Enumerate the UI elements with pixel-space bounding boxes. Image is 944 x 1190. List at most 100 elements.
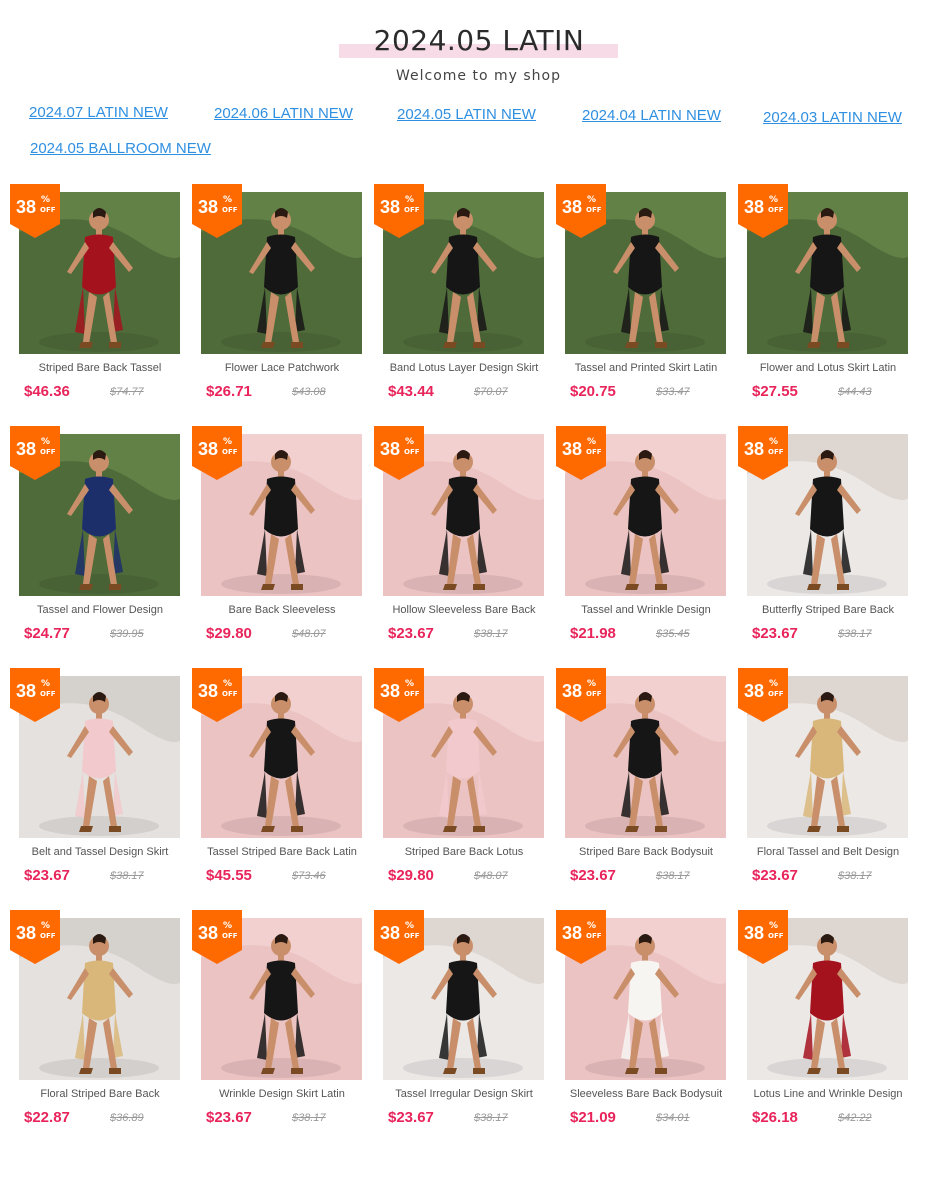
product-card[interactable]: 38% OFF Floral Tassel and Belt Design $23.6… bbox=[738, 668, 920, 900]
discount-off-label: OFF bbox=[586, 448, 602, 456]
product-price: $23.67 bbox=[752, 625, 798, 642]
original-price: $39.95 bbox=[110, 628, 144, 640]
product-name[interactable]: Butterfly Striped Bare Back bbox=[743, 604, 913, 618]
product-price: $23.67 bbox=[388, 1109, 434, 1126]
discount-badge: 38% OFF bbox=[374, 668, 424, 722]
product-card[interactable]: 38% OFF Floral Striped Bare Back $22.87 $36.… bbox=[10, 910, 192, 1142]
original-price: $38.17 bbox=[838, 870, 872, 882]
original-price: $42.22 bbox=[838, 1112, 872, 1124]
product-price: $45.55 bbox=[206, 867, 252, 884]
product-card[interactable]: 38% OFF Butterfly Striped Bare Back $23.67 $… bbox=[738, 426, 920, 658]
discount-off-label: OFF bbox=[222, 448, 238, 456]
original-price: $48.07 bbox=[292, 628, 326, 640]
discount-percent-sign: % bbox=[41, 679, 51, 689]
discount-percent-sign: % bbox=[405, 921, 415, 931]
discount-percent-sign: % bbox=[41, 195, 51, 205]
original-price: $38.17 bbox=[292, 1112, 326, 1124]
discount-value: 38 bbox=[562, 923, 583, 943]
product-name[interactable]: Band Lotus Layer Design Skirt bbox=[379, 362, 549, 376]
product-name[interactable]: Flower Lace Patchwork bbox=[197, 362, 367, 376]
product-price: $24.77 bbox=[24, 625, 70, 642]
product-name[interactable]: Lotus Line and Wrinkle Design bbox=[743, 1088, 913, 1102]
discount-value: 38 bbox=[562, 439, 583, 459]
product-name[interactable]: Tassel and Wrinkle Design bbox=[561, 604, 731, 618]
original-price: $48.07 bbox=[474, 870, 508, 882]
product-card[interactable]: 38% OFF Striped Bare Back Lotus $29.80 $48.0… bbox=[374, 668, 556, 900]
discount-off-label: OFF bbox=[222, 690, 238, 698]
discount-off-label: OFF bbox=[404, 932, 420, 940]
product-card[interactable]: 38% OFF Sleeveless Bare Back Bodysuit $21.0… bbox=[556, 910, 738, 1142]
original-price: $38.17 bbox=[656, 870, 690, 882]
discount-value: 38 bbox=[380, 923, 401, 943]
product-card[interactable]: 38% OFF Lotus Line and Wrinkle Design $26.1… bbox=[738, 910, 920, 1142]
discount-off-label: OFF bbox=[586, 206, 602, 214]
product-name[interactable]: Floral Tassel and Belt Design bbox=[743, 846, 913, 860]
discount-off-label: OFF bbox=[768, 932, 784, 940]
original-price: $74.77 bbox=[110, 386, 144, 398]
product-card[interactable]: 38% OFF Belt and Tassel Design Skirt $23.67… bbox=[10, 668, 192, 900]
discount-off-label: OFF bbox=[404, 690, 420, 698]
discount-badge: 38% OFF bbox=[556, 426, 606, 480]
product-name[interactable]: Striped Bare Back Lotus bbox=[379, 846, 549, 860]
product-card[interactable]: 38% OFF Tassel and Flower Design $24.77 $39.… bbox=[10, 426, 192, 658]
product-card[interactable]: 38% OFF Flower Lace Patchwork $26.71 $43.08 bbox=[192, 184, 374, 416]
product-price: $29.80 bbox=[206, 625, 252, 642]
product-name[interactable]: Flower and Lotus Skirt Latin bbox=[743, 362, 913, 376]
discount-badge: 38% OFF bbox=[10, 426, 60, 480]
discount-value: 38 bbox=[744, 923, 765, 943]
product-card[interactable]: 38% OFF Striped Bare Back Bodysuit $23.67 $3… bbox=[556, 668, 738, 900]
discount-off-label: OFF bbox=[586, 932, 602, 940]
product-card[interactable]: 38% OFF Flower and Lotus Skirt Latin $27.55… bbox=[738, 184, 920, 416]
discount-percent-sign: % bbox=[587, 195, 597, 205]
discount-off-label: OFF bbox=[40, 448, 56, 456]
discount-badge: 38% OFF bbox=[192, 426, 242, 480]
product-name[interactable]: Tassel and Flower Design bbox=[15, 604, 185, 618]
original-price: $36.89 bbox=[110, 1112, 144, 1124]
original-price: $70.07 bbox=[474, 386, 508, 398]
product-price: $26.18 bbox=[752, 1109, 798, 1126]
discount-badge: 38% OFF bbox=[374, 910, 424, 964]
discount-percent-sign: % bbox=[769, 679, 779, 689]
product-name[interactable]: Hollow Sleeveless Bare Back bbox=[379, 604, 549, 618]
product-card[interactable]: 38% OFF Bare Back Sleeveless $29.80 $48.07 bbox=[192, 426, 374, 658]
discount-badge: 38% OFF bbox=[556, 668, 606, 722]
discount-percent-sign: % bbox=[587, 679, 597, 689]
product-card[interactable]: 38% OFF Hollow Sleeveless Bare Back $23.67 $… bbox=[374, 426, 556, 658]
product-name[interactable]: Wrinkle Design Skirt Latin bbox=[197, 1088, 367, 1102]
product-name[interactable]: Bare Back Sleeveless bbox=[197, 604, 367, 618]
discount-off-label: OFF bbox=[40, 932, 56, 940]
discount-badge: 38% OFF bbox=[192, 184, 242, 238]
discount-badge: 38% OFF bbox=[10, 910, 60, 964]
discount-badge: 38% OFF bbox=[738, 184, 788, 238]
product-card[interactable]: 38% OFF Tassel Irregular Design Skirt $23.6… bbox=[374, 910, 556, 1142]
product-name[interactable]: Tassel Striped Bare Back Latin bbox=[197, 846, 367, 860]
product-card[interactable]: 38% OFF Tassel and Printed Skirt Latin $20.… bbox=[556, 184, 738, 416]
product-card[interactable]: 38% OFF Band Lotus Layer Design Skirt $43.4… bbox=[374, 184, 556, 416]
product-name[interactable]: Sleeveless Bare Back Bodysuit bbox=[561, 1088, 731, 1102]
original-price: $33.47 bbox=[656, 386, 690, 398]
discount-off-label: OFF bbox=[40, 690, 56, 698]
discount-percent-sign: % bbox=[769, 195, 779, 205]
discount-badge: 38% OFF bbox=[738, 426, 788, 480]
discount-value: 38 bbox=[198, 197, 219, 217]
product-card[interactable]: 38% OFF Tassel Striped Bare Back Latin $45.… bbox=[192, 668, 374, 900]
product-name[interactable]: Floral Striped Bare Back bbox=[15, 1088, 185, 1102]
original-price: $38.17 bbox=[474, 628, 508, 640]
product-card[interactable]: 38% OFF Tassel and Wrinkle Design $21.98 $35… bbox=[556, 426, 738, 658]
discount-off-label: OFF bbox=[40, 206, 56, 214]
discount-badge: 38% OFF bbox=[192, 910, 242, 964]
discount-percent-sign: % bbox=[405, 195, 415, 205]
product-card[interactable]: 38% OFF Striped Bare Back Tassel $46.36 $74.… bbox=[10, 184, 192, 416]
product-name[interactable]: Striped Bare Back Tassel bbox=[15, 362, 185, 376]
product-price: $23.67 bbox=[206, 1109, 252, 1126]
original-price: $34.01 bbox=[656, 1112, 690, 1124]
discount-value: 38 bbox=[744, 681, 765, 701]
product-name[interactable]: Tassel and Printed Skirt Latin bbox=[561, 362, 731, 376]
product-name[interactable]: Tassel Irregular Design Skirt bbox=[379, 1088, 549, 1102]
product-name[interactable]: Striped Bare Back Bodysuit bbox=[561, 846, 731, 860]
product-card[interactable]: 38% OFF Wrinkle Design Skirt Latin $23.67 $3… bbox=[192, 910, 374, 1142]
product-name[interactable]: Belt and Tassel Design Skirt bbox=[15, 846, 185, 860]
discount-percent-sign: % bbox=[223, 679, 233, 689]
discount-off-label: OFF bbox=[768, 448, 784, 456]
product-price: $21.98 bbox=[570, 625, 616, 642]
